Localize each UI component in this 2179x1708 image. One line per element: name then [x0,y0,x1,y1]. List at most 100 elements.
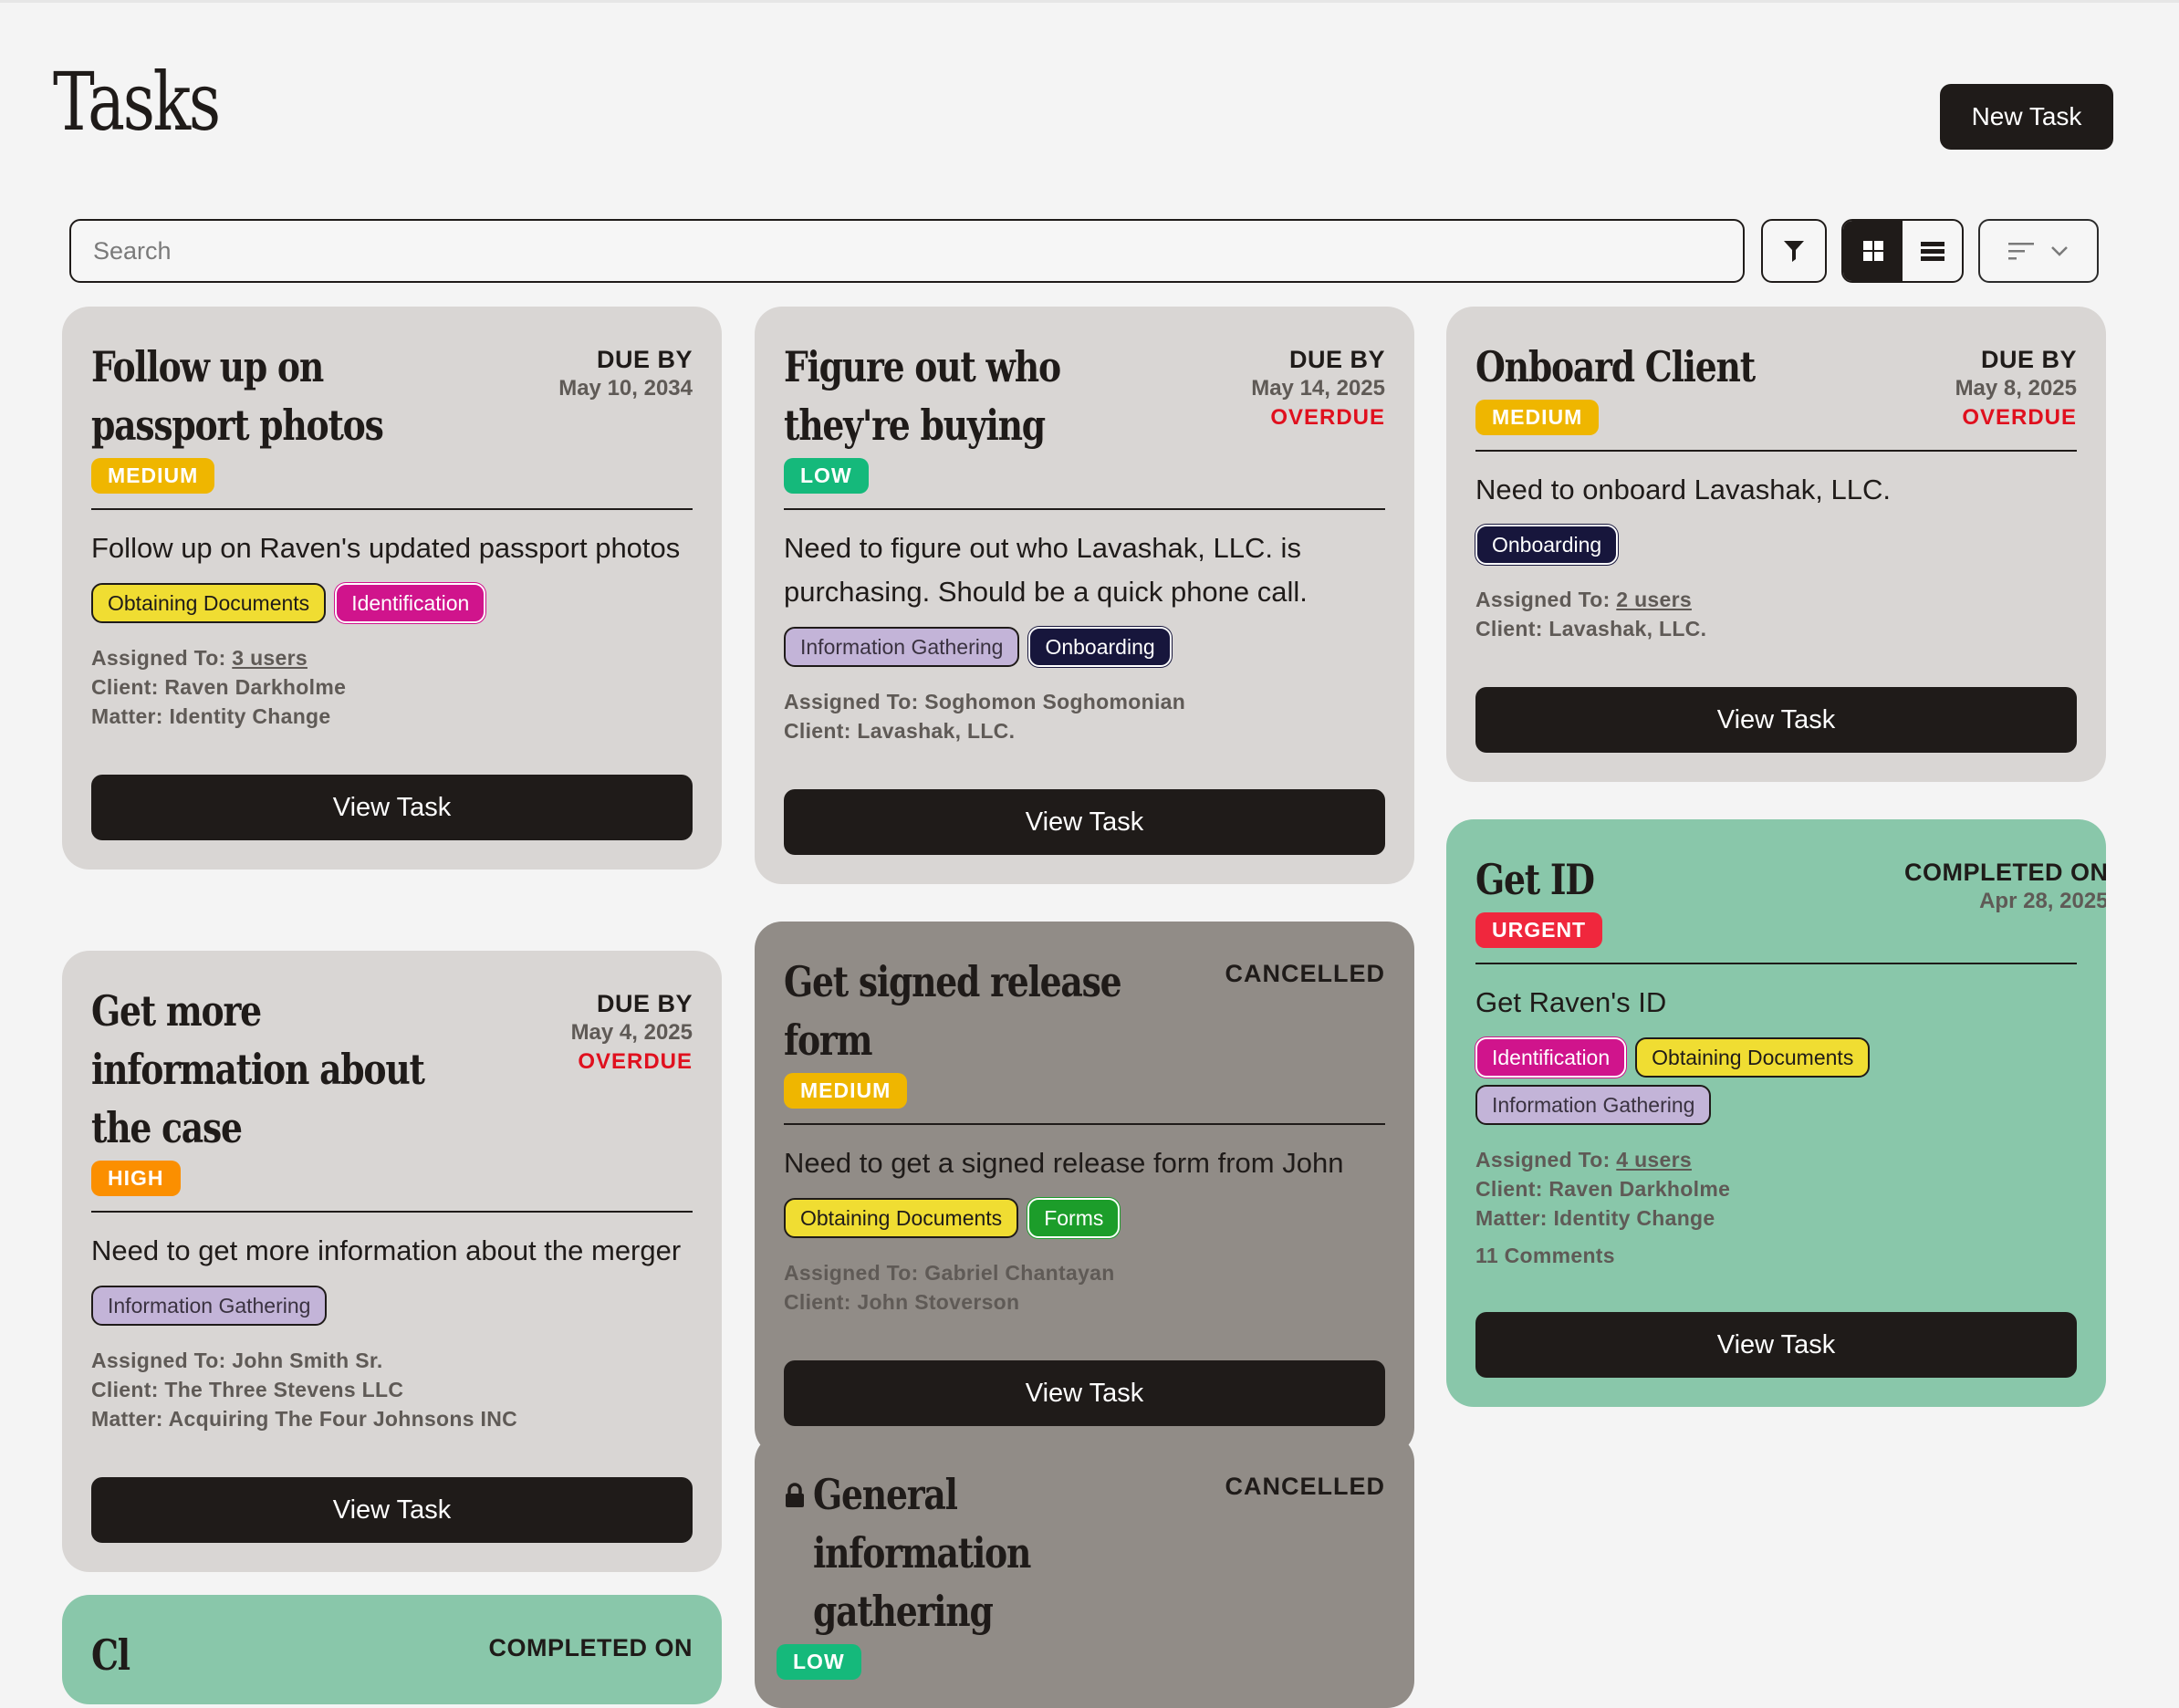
view-task-button[interactable]: View Task [1475,687,2077,753]
priority-badge: LOW [784,458,869,494]
assigned-to: Assigned To: Soghomon Soghomonian [784,690,1186,713]
tag[interactable]: Forms [1027,1198,1121,1238]
task-description: Follow up on Raven's updated passport ph… [91,532,681,564]
task-title: Follow up on passport photos [91,342,384,450]
tag[interactable]: Information Gathering [91,1286,328,1326]
view-task-button[interactable]: View Task [784,789,1385,855]
client: Client: Lavashak, LLC. [1475,617,1707,640]
comments-count[interactable]: 11 Comments [1475,1244,2077,1268]
tag[interactable]: Information Gathering [1475,1085,1712,1125]
completed-on-label: COMPLETED ON [488,1634,693,1661]
client: Client: Lavashak, LLC. [784,719,1016,743]
view-task-button[interactable]: View Task [1475,1312,2077,1378]
grid-icon [1862,241,1883,261]
tag-list: Onboarding [1475,525,2077,565]
assigned-to: Assigned To: Gabriel Chantayan [784,1261,1115,1285]
divider [784,1123,1385,1125]
matter: Matter: Identity Change [1475,1206,1715,1230]
client: Client: Raven Darkholme [1475,1177,1731,1201]
tag[interactable]: Obtaining Documents [91,583,327,623]
due-date: May 10, 2034 [558,376,693,401]
sort-icon [2008,243,2034,260]
due-label: DUE BY [1288,346,1385,373]
tag[interactable]: Identification [1475,1037,1627,1078]
tag[interactable]: Onboarding [1475,525,1619,565]
grid-view-button[interactable] [1843,221,1903,281]
task-title: Figure out who they're buying [784,342,1061,450]
tag[interactable]: Information Gathering [784,627,1020,667]
tag-list: Information Gathering Onboarding [784,627,1385,667]
cancelled-label: CANCELLED [1225,960,1385,987]
tag[interactable]: Onboarding [1028,627,1172,667]
sort-dropdown[interactable] [1978,219,2099,283]
view-toggle[interactable] [1841,219,1964,283]
tag-list: Obtaining Documents Forms [784,1198,1385,1238]
assigned-to: Assigned To: 4 users [1475,1148,1692,1172]
client: Client: The Three Stevens LLC [91,1378,404,1401]
due-label: DUE BY [596,346,693,373]
divider [1475,450,2077,452]
tag[interactable]: Obtaining Documents [784,1198,1019,1238]
due-date: May 8, 2025 [1955,376,2077,401]
view-task-button[interactable]: View Task [91,1477,693,1543]
task-description: Need to get more information about the m… [91,1234,682,1266]
task-card: Figure out who they're buying LOW DUE BY… [755,307,1414,884]
task-title: General information gathering [813,1470,1031,1636]
overdue-label: OVERDUE [1962,405,2077,430]
priority-badge: MEDIUM [91,458,215,494]
divider [91,508,693,510]
overdue-label: OVERDUE [1270,405,1385,430]
tag-list: Identification Obtaining Documents Infor… [1475,1037,2077,1125]
cancelled-label: CANCELLED [1225,1473,1385,1500]
due-label: DUE BY [1980,346,2077,373]
tag[interactable]: Identification [335,583,486,623]
task-title: Get signed release form [784,957,1122,1065]
task-card: Get more information about the case HIGH… [62,951,722,1572]
divider [784,508,1385,510]
assigned-users-link[interactable]: 2 users [1616,588,1692,611]
task-description: Need to get a signed release form from J… [784,1147,1344,1179]
lock-icon [786,1483,804,1507]
divider [91,1211,693,1213]
task-title: Onboard Client [1475,342,1756,391]
due-label: DUE BY [596,990,693,1017]
task-card: Get ID URGENT COMPLETED ON Apr 28, 2025 … [1446,819,2106,1407]
divider [1475,963,2077,964]
view-task-button[interactable]: View Task [91,775,693,840]
task-title: Get more information about the case [91,986,425,1152]
page-title: Tasks [53,55,221,149]
matter: Matter: Acquiring The Four Johnsons INC [91,1407,518,1431]
filter-icon [1784,241,1804,262]
search-input[interactable] [69,219,1745,283]
task-card: Onboard Client MEDIUM DUE BY May 8, 2025… [1446,307,2106,782]
assigned-users-link[interactable]: 3 users [232,646,308,670]
matter: Matter: Identity Change [91,704,331,728]
assigned-to: Assigned To: 2 users [1475,588,1692,611]
priority-badge: LOW [777,1644,861,1680]
completed-on-label: COMPLETED ON [1904,859,2106,886]
tag-list: Information Gathering [91,1286,693,1326]
client: Client: Raven Darkholme [91,675,347,699]
filter-button[interactable] [1761,219,1827,283]
view-task-button[interactable]: View Task [784,1360,1385,1426]
task-description: Get Raven's ID [1475,986,1667,1018]
due-date: May 4, 2025 [570,1020,693,1045]
assigned-users-link[interactable]: 4 users [1616,1148,1692,1172]
tag-list: Obtaining Documents Identification [91,583,693,623]
priority-badge: HIGH [91,1161,181,1196]
new-task-button[interactable]: New Task [1940,84,2113,150]
client: Client: John Stoverson [784,1290,1020,1314]
priority-badge: URGENT [1475,912,1603,948]
overdue-label: OVERDUE [578,1049,693,1074]
list-icon [1920,242,1944,261]
task-title: Cl [91,1630,130,1680]
chevron-down-icon [2051,246,2068,256]
task-card: General information gathering LOW CANCEL… [755,1434,1414,1708]
assigned-to: Assigned To: 3 users [91,646,308,670]
list-view-button[interactable] [1903,221,1962,281]
assigned-to: Assigned To: John Smith Sr. [91,1349,383,1372]
tag[interactable]: Obtaining Documents [1635,1037,1871,1078]
task-description: Need to figure out who Lavashak, LLC. is… [784,532,1308,608]
priority-badge: MEDIUM [1475,400,1600,435]
task-card: Follow up on passport photos MEDIUM DUE … [62,307,722,870]
